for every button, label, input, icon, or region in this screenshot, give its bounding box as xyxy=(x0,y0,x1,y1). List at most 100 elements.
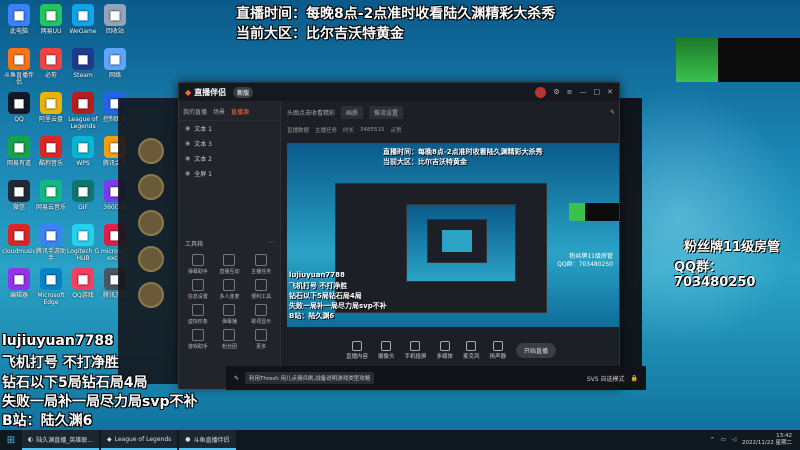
desktop-icon[interactable]: ■ Logitech G HUB xyxy=(66,224,100,262)
preview-server-region: 当前大区：比尔吉沃特黄金 xyxy=(383,158,467,166)
stream-preview[interactable]: 直播时间：每晚8点-2点准时收看陆久渊精彩大杀秀 当前大区：比尔吉沃特黄金 粉丝… xyxy=(287,143,619,327)
tool-icon xyxy=(223,304,236,316)
source-button[interactable]: 摄像头 xyxy=(378,340,394,360)
desktop-icon[interactable]: ■ WeGame xyxy=(66,4,100,35)
desktop-icon[interactable]: ■ 腾讯手游助手 xyxy=(34,224,68,262)
desktop-icon[interactable]: ■ 必剪 xyxy=(34,48,68,79)
windows-start-icon[interactable]: ⊞ xyxy=(0,430,22,450)
source-button[interactable]: 多媒体 xyxy=(436,340,453,360)
taskbar-item-douyu[interactable]: ● 斗鱼直播伴侣 xyxy=(179,430,236,450)
taskbar-item-lol[interactable]: ◆ League of Legends xyxy=(100,430,178,450)
settings-icon[interactable]: ⚙ xyxy=(553,88,559,96)
toolbox-item[interactable]: 歌词显示 xyxy=(246,304,276,325)
clock-date: 2022/11/22 星期二 xyxy=(742,440,792,446)
desktop-icon[interactable]: ■ 编辑器 xyxy=(2,268,36,299)
toolbox-item[interactable]: 便利工具 xyxy=(246,279,276,300)
source-button[interactable]: 扬声器 xyxy=(490,340,506,360)
taskbar-item-browser[interactable]: ◐ 陆久渊直播_英雄联... xyxy=(22,430,99,450)
app-icon: ■ xyxy=(72,136,94,158)
scene-item[interactable]: ◉ 全屏 1 xyxy=(179,166,280,181)
start-live-button[interactable]: 开始直播 xyxy=(516,342,557,358)
desktop-icon[interactable]: ■ QQ游戏 xyxy=(66,268,100,299)
desktop-icon[interactable]: ■ 斗鱼直播伴侣 xyxy=(2,48,36,86)
app-icon: ■ xyxy=(72,180,94,202)
chat-icon[interactable]: ✎ xyxy=(234,375,239,382)
tray-up-icon[interactable]: ^ xyxy=(710,437,715,443)
desktop-icon-label: 回收站 xyxy=(105,28,124,35)
desktop-icon[interactable]: ■ 回收站 xyxy=(98,4,132,35)
menu-icon[interactable]: ≡ xyxy=(567,88,573,96)
volume-icon[interactable]: ◁ xyxy=(732,437,736,443)
toolbox-item[interactable]: 游戏助手 xyxy=(183,329,213,350)
maximize-icon[interactable]: □ xyxy=(594,88,601,96)
champion-avatar[interactable] xyxy=(138,210,164,236)
edit-icon[interactable]: ✎ xyxy=(610,109,615,116)
live-title[interactable]: 头图点击收看精彩 xyxy=(287,108,335,117)
toolbox-item[interactable]: 弹幕助手 xyxy=(183,254,213,275)
source-icon xyxy=(466,340,477,351)
desktop-icon[interactable]: ■ 微信 xyxy=(2,180,36,211)
avatar[interactable] xyxy=(535,86,547,98)
desktop-icon[interactable]: ■ 网易UU xyxy=(34,4,68,35)
toolbox-item[interactable]: 信息设置 xyxy=(183,279,213,300)
desktop-icon[interactable]: ■ 此电脑 xyxy=(2,4,36,35)
stream-settings-button[interactable]: 推流设置 xyxy=(369,105,404,119)
eye-icon[interactable]: ◉ xyxy=(185,140,190,147)
toolbox-item[interactable]: 虚拟形象 xyxy=(183,304,213,325)
desktop-icon-label: WeGame xyxy=(69,28,97,35)
toolbox-item[interactable]: 粉丝团 xyxy=(215,329,245,350)
app-icon: ■ xyxy=(8,268,30,290)
source-button[interactable]: 手机投屏 xyxy=(404,340,426,360)
eye-icon[interactable]: ◉ xyxy=(185,170,190,177)
champion-avatar[interactable] xyxy=(138,138,164,164)
desktop-icon[interactable]: ■ 网易云音乐 xyxy=(34,180,68,211)
desktop-icon[interactable]: ■ Steam xyxy=(66,48,100,79)
toolbox-header: 工具箱 ⋯ xyxy=(185,239,274,248)
scene-item[interactable]: ◉ 文本 1 xyxy=(179,121,280,136)
desktop-icon[interactable]: ■ League of Legends xyxy=(66,92,100,130)
champion-avatar[interactable] xyxy=(138,246,164,272)
duration-label: 时长 xyxy=(343,128,355,134)
center-toolbar: 头图点击收看精彩 画质 推流设置 ✎ xyxy=(281,101,621,123)
app-icon: ■ xyxy=(40,180,62,202)
eye-icon[interactable]: ◉ xyxy=(185,125,190,132)
close-icon[interactable]: ✕ xyxy=(607,88,613,96)
tab-my-live[interactable]: 我的直播 xyxy=(183,107,207,116)
toolbox-item[interactable]: 弹幕播 xyxy=(215,304,245,325)
tool-label: 更多 xyxy=(256,344,267,350)
source-button[interactable]: 直播内容 xyxy=(346,340,368,360)
toolbox-item[interactable]: 多人连麦 xyxy=(215,279,245,300)
desktop-icon[interactable]: ■ QQ xyxy=(2,92,36,123)
quality-button[interactable]: 画质 xyxy=(341,105,364,119)
network-icon[interactable]: ▭ xyxy=(721,437,726,443)
clock[interactable]: 13:42 2022/11/22 星期二 xyxy=(742,433,792,447)
scene-item[interactable]: ◉ 文本 2 xyxy=(179,151,280,166)
eye-icon[interactable]: ◉ xyxy=(185,155,190,162)
source-icon xyxy=(439,340,450,351)
scene-item[interactable]: ◉ 文本 3 xyxy=(179,136,280,151)
desktop-icon[interactable]: ■ Microsoft Edge xyxy=(34,268,68,306)
champion-avatar[interactable] xyxy=(138,174,164,200)
source-button[interactable]: 麦克风 xyxy=(463,340,480,360)
toolbox-item[interactable]: 主播任务 xyxy=(246,254,276,275)
desktop-icon[interactable]: ■ 网络 xyxy=(98,48,132,79)
host-task-tab[interactable]: 主播任务 xyxy=(315,126,337,134)
tool-icon xyxy=(191,329,204,341)
desktop-icon[interactable]: ■ GIF xyxy=(66,180,100,211)
tab-sources[interactable]: 直播源 xyxy=(231,107,249,116)
more-icon[interactable]: ⋯ xyxy=(268,239,274,248)
desktop-icon[interactable]: ■ 酷狗音乐 xyxy=(34,136,68,167)
desktop-icon[interactable]: ■ WPS xyxy=(66,136,100,167)
desktop-icon-label: GIF xyxy=(78,204,88,211)
toolbox-item[interactable]: 更多 xyxy=(246,329,276,350)
tab-scenes[interactable]: 场景 xyxy=(213,107,225,116)
champion-avatar[interactable] xyxy=(138,282,164,308)
toolbox-item[interactable]: 直播互动 xyxy=(215,254,245,275)
version-badge[interactable]: 新版 xyxy=(233,86,254,98)
desktop-icon[interactable]: ■ cloudmusic xyxy=(2,224,36,255)
minimize-icon[interactable]: — xyxy=(580,88,587,96)
lock-icon[interactable]: 🔒 xyxy=(631,375,638,382)
live-data-tab[interactable]: 直播数据 xyxy=(287,126,309,134)
desktop-icon[interactable]: ■ 网易有道 xyxy=(2,136,36,167)
desktop-icon[interactable]: ■ 阿里云盘 xyxy=(34,92,68,123)
